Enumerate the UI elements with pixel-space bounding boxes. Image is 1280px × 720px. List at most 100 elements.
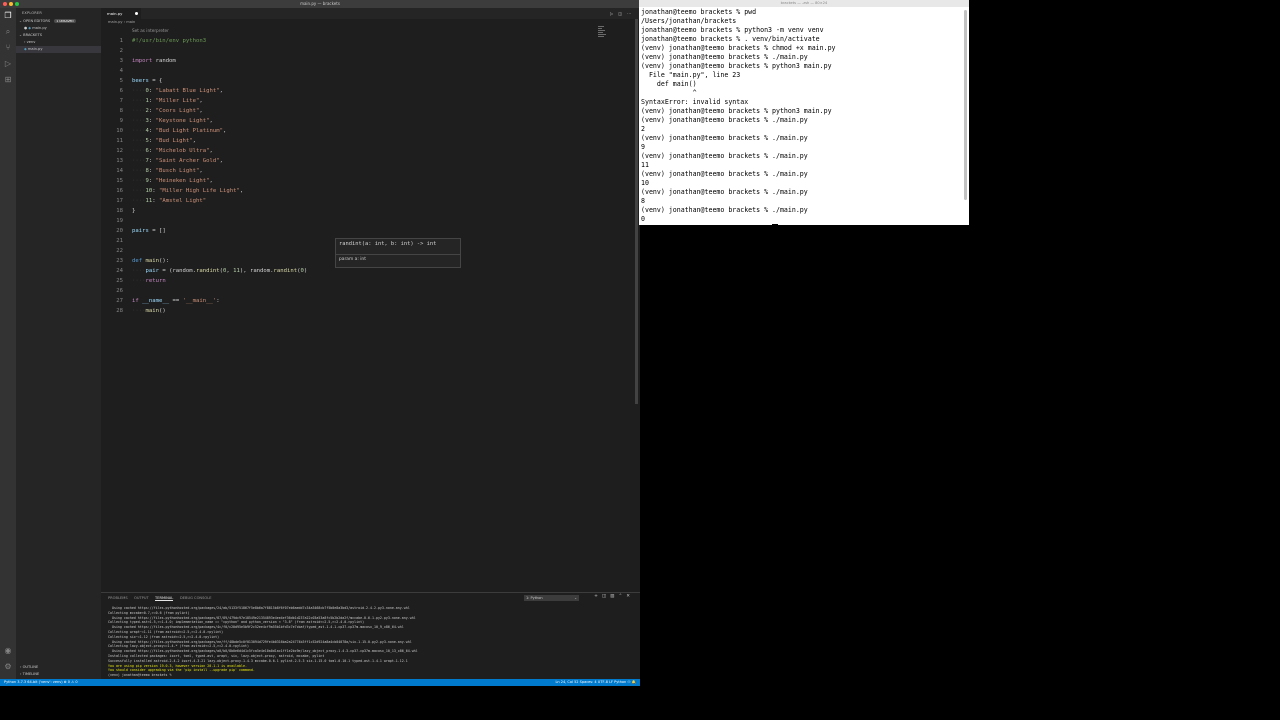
brackets-folder-section[interactable]: ⌄ BRACKETS (16, 32, 101, 39)
status-right[interactable]: Ln 24, Col 52 Spaces: 4 UTF-8 LF Python … (555, 679, 636, 686)
manage-icon[interactable]: ⚙ (3, 662, 13, 672)
terminal-title: brackets — -zsh — 80×24 (639, 0, 969, 7)
open-editor-item[interactable]: ● ◆ main.py (16, 25, 101, 32)
code-line[interactable]: 8 ····2: "Coors Light", (101, 106, 631, 116)
explorer-title: EXPLORER (22, 11, 42, 15)
code-text: ····return (132, 278, 166, 284)
code-text: ····1: "Miller Lite", (132, 98, 203, 104)
code-line[interactable]: 11 ····5: "Bud Light", (101, 136, 631, 146)
terminal-line: 9 (641, 143, 645, 151)
terminal-line: /Users/jonathan/brackets (641, 17, 737, 25)
set-interpreter-codelens[interactable]: Set as interpreter (132, 28, 169, 34)
line-number: 9 (119, 118, 123, 124)
venv-label: venv (26, 40, 36, 44)
terminal-line: jonathan@teemo brackets % python3 -m ven… (641, 26, 824, 34)
code-line[interactable]: 1 #!/usr/bin/env python3 (101, 36, 631, 46)
outline-section[interactable]: › OUTLINE (16, 664, 105, 671)
divider (336, 254, 460, 255)
terminal-scrollbar[interactable] (964, 10, 967, 200)
code-text: import random (132, 58, 176, 64)
code-editor[interactable]: 1 #!/usr/bin/env python3 2 3 import random 4 5… (101, 36, 636, 586)
breadcrumb-file[interactable]: main.py (108, 20, 123, 24)
close-panel-icon[interactable]: ✕ (626, 594, 634, 599)
folder-label: BRACKETS (23, 33, 42, 37)
extensions-icon[interactable]: ⊞ (3, 75, 13, 85)
code-text: ····main() (132, 308, 166, 314)
tab-problems[interactable]: PROBLEMS (108, 596, 128, 600)
title-bar: main.py — brackets (0, 0, 640, 8)
status-left[interactable]: Python 3.7.3 64-bit ('venv': venv) ⊗ 0 ⚠… (4, 679, 78, 686)
main-py-label: main.py (27, 47, 43, 51)
code-line[interactable]: 16 ····10: "Miller High Life Light", (101, 186, 631, 196)
account-icon[interactable]: ◉ (3, 646, 13, 656)
terminal-line: File "main.py", line 23 (641, 71, 741, 79)
integrated-terminal[interactable]: Using cached https://files.pythonhosted.… (108, 606, 633, 678)
tab-terminal[interactable]: TERMINAL (155, 596, 174, 601)
code-line[interactable]: 6 ····0: "Labatt Blue Light", (101, 86, 631, 96)
code-line[interactable]: 26 (101, 286, 631, 296)
code-line[interactable]: 9 ····3: "Keystone Light", (101, 116, 631, 126)
code-line[interactable]: 20 pairs = [] (101, 226, 631, 236)
close-editor-icon[interactable]: ● (24, 26, 27, 30)
run-icon[interactable]: ▷ (610, 11, 618, 16)
code-text: ····0: "Labatt Blue Light", (132, 88, 223, 94)
terminal-line: (venv) jonathan@teemo brackets % ./main.… (641, 53, 808, 61)
breadcrumb-symbol[interactable]: main (126, 20, 135, 24)
code-line[interactable]: 15 ····9: "Heineken Light", (101, 176, 631, 186)
code-line[interactable]: 3 import random (101, 56, 631, 66)
code-line[interactable]: 14 ····8: "Busch Light", (101, 166, 631, 176)
terminal-output[interactable]: jonathan@teemo brackets % pwd/Users/jona… (641, 8, 963, 235)
search-icon[interactable]: ⌕ (3, 27, 13, 37)
files-icon[interactable]: ❐ (3, 11, 13, 21)
code-line[interactable]: 27 if __name__ == '__main__': (101, 296, 631, 306)
editor-scrollbar[interactable] (635, 19, 638, 404)
split-terminal-icon[interactable]: ◫ (602, 594, 610, 599)
line-number: 17 (116, 198, 123, 204)
code-text: #!/usr/bin/env python3 (132, 38, 207, 44)
cursor (772, 224, 779, 233)
code-line[interactable]: 19 (101, 216, 631, 226)
code-line[interactable]: 2 (101, 46, 631, 56)
terminal-line: jonathan@teemo brackets % . venv/bin/act… (641, 35, 820, 43)
line-number: 11 (116, 138, 123, 144)
minimap[interactable] (598, 26, 608, 46)
terminal-line: (venv) jonathan@teemo brackets % ./main.… (641, 206, 808, 214)
code-line[interactable]: 25 ····return (101, 276, 631, 286)
split-editor-icon[interactable]: ◫ (618, 11, 627, 16)
main-py-file-item[interactable]: ◆ main.py (16, 46, 101, 53)
open-editors-section[interactable]: ⌄ OPEN EDITORS 1 UNSAVED (16, 18, 101, 25)
line-number: 18 (116, 208, 123, 214)
tab-main-py[interactable]: main.py (101, 8, 141, 19)
code-text: } (132, 208, 136, 214)
code-line[interactable]: 13 ····7: "Saint Archer Gold", (101, 156, 631, 166)
terminal-line: (venv) jonathan@teemo brackets % ./main.… (641, 188, 808, 196)
line-number: 7 (119, 98, 123, 104)
venv-folder-item[interactable]: › venv (16, 39, 101, 46)
code-line[interactable]: 18} (101, 206, 631, 216)
line-number: 20 (116, 228, 123, 234)
code-line[interactable]: 10 ····4: "Bud Light Platinum", (101, 126, 631, 136)
more-actions-icon[interactable]: ⋯ (627, 11, 636, 16)
tab-debug-console[interactable]: DEBUG CONSOLE (180, 596, 211, 600)
terminal-select[interactable]: 1: Python ⌄ (524, 595, 579, 601)
timeline-section[interactable]: › TIMELINE (16, 671, 105, 678)
add-terminal-icon[interactable]: + (594, 594, 602, 599)
unsaved-dot-icon[interactable] (135, 12, 138, 15)
line-number: 5 (119, 78, 123, 84)
terminal-line: (venv) jonathan@teemo brackets % python3… (641, 107, 832, 115)
line-number: 21 (116, 238, 123, 244)
code-line[interactable]: 4 (101, 66, 631, 76)
tab-output[interactable]: OUTPUT (134, 596, 149, 600)
code-text: ····7: "Saint Archer Gold", (132, 158, 223, 164)
code-line[interactable]: 28 ····main() (101, 306, 631, 316)
code-line[interactable]: 5 beers = { (101, 76, 631, 86)
terminal-line: 2 (641, 125, 645, 133)
code-line[interactable]: 7 ····1: "Miller Lite", (101, 96, 631, 106)
source-control-icon[interactable]: ⑂ (3, 43, 13, 53)
debug-icon[interactable]: ▷ (3, 59, 13, 69)
code-line[interactable]: 17 ····11: "Amstel Light" (101, 196, 631, 206)
code-line[interactable]: 12 ····6: "Michelob Ultra", (101, 146, 631, 156)
line-number: 24 (116, 268, 123, 274)
macos-terminal-window[interactable]: brackets — -zsh — 80×24 jonathan@teemo b… (639, 0, 969, 234)
breadcrumb: main.py › main (108, 20, 136, 24)
